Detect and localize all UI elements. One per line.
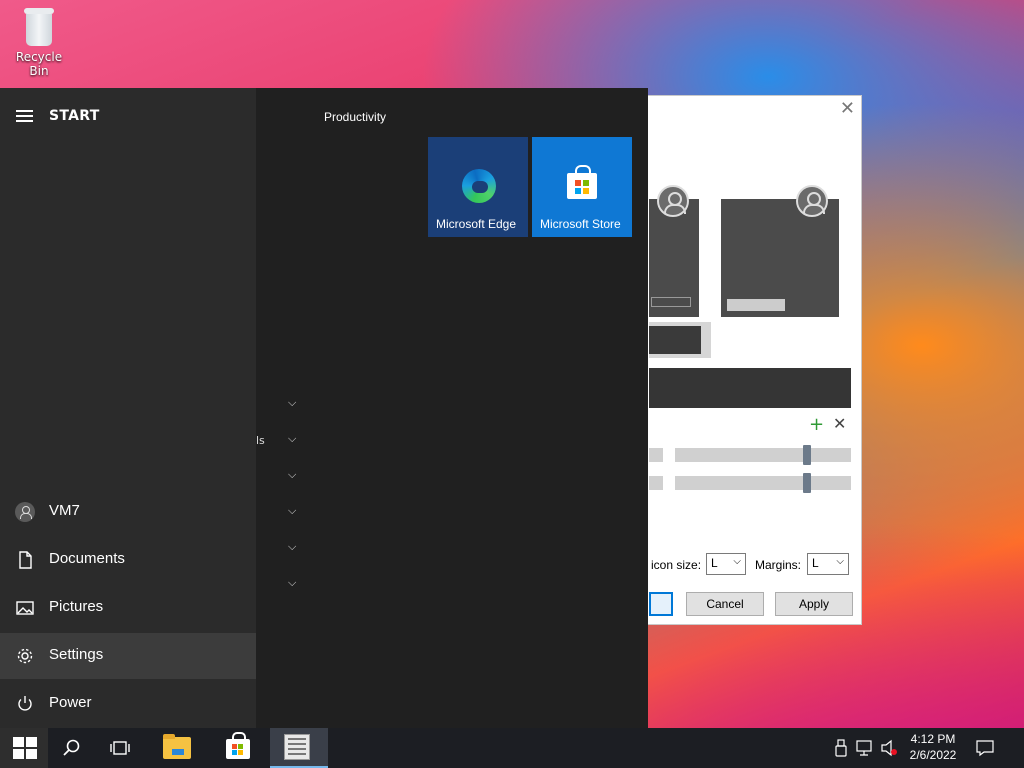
preview-input-field [651, 297, 691, 307]
chevron-down-icon[interactable]: ⌵ [288, 540, 296, 554]
start-title: START [49, 108, 100, 124]
hamburger-menu-icon[interactable] [16, 110, 33, 122]
desktop-icon-label: Recycle Bin [15, 50, 63, 78]
start-item-power[interactable]: Power [0, 681, 256, 727]
recycle-bin-icon [22, 6, 56, 46]
icon-size-label: icon size: [651, 558, 702, 572]
document-icon [19, 551, 32, 569]
store-icon [567, 165, 597, 199]
user-avatar-icon [15, 502, 35, 522]
slider-thumb-1[interactable] [803, 445, 811, 465]
power-icon [18, 696, 32, 711]
volume-muted-icon[interactable] [880, 739, 898, 757]
chevron-down-icon[interactable]: ⌵ [288, 576, 296, 590]
system-clock[interactable]: 4:12 PM 2/6/2022 [906, 731, 960, 763]
edge-icon [462, 169, 496, 203]
icon-size-value: L [711, 556, 718, 570]
user-avatar-icon [796, 185, 828, 217]
close-icon[interactable]: ✕ [840, 98, 855, 119]
chevron-down-icon[interactable]: ⌵ [288, 396, 296, 410]
task-view-button[interactable] [96, 728, 144, 768]
slider-track-1[interactable] [675, 448, 851, 462]
start-item-label: Documents [49, 550, 125, 567]
start-item-documents[interactable]: Documents [0, 537, 256, 583]
tile-label: Microsoft Store [540, 217, 621, 231]
folder-icon [163, 734, 191, 759]
desktop-icon-recycle-bin[interactable]: Recycle Bin [8, 6, 70, 78]
chevron-down-icon[interactable]: ⌵ [288, 504, 296, 518]
user-avatar-icon [657, 185, 689, 217]
gear-icon [17, 648, 33, 664]
slider-track-2a[interactable] [649, 476, 663, 490]
apply-button[interactable]: Apply [775, 592, 853, 616]
start-item-label: Settings [49, 646, 104, 663]
preview-thumbnail-1[interactable] [649, 185, 699, 317]
tile-label: Microsoft Edge [436, 217, 517, 231]
search-icon [63, 739, 80, 756]
preview-thumbnail-2[interactable] [721, 185, 839, 317]
task-view-icon [110, 741, 130, 755]
app-list-partial-label: ls [256, 434, 265, 447]
chevron-down-icon: ⌵ [836, 556, 844, 567]
active-app-button[interactable] [270, 728, 328, 768]
add-icon[interactable]: + [809, 414, 824, 435]
cancel-button[interactable]: Cancel [686, 592, 764, 616]
start-header: START [0, 102, 256, 130]
start-menu: START VM7 Documents Pictures Settings Po… [0, 88, 648, 728]
margins-select[interactable]: L ⌵ [807, 553, 849, 575]
remove-icon[interactable]: ✕ [833, 414, 846, 433]
color-swatch-bar[interactable] [649, 322, 711, 358]
chevron-down-icon[interactable]: ⌵ [288, 468, 296, 482]
slider-track-2[interactable] [675, 476, 851, 490]
start-button[interactable] [0, 728, 48, 768]
network-icon[interactable] [856, 739, 874, 757]
taskbar: 4:12 PM 2/6/2022 [0, 728, 1024, 768]
windows-logo-icon [13, 737, 37, 759]
store-taskbar-button[interactable] [212, 728, 264, 768]
preview-input-field [727, 299, 785, 311]
app-window-icon [284, 734, 310, 760]
clock-date: 2/6/2022 [909, 748, 957, 762]
ok-button[interactable] [649, 592, 673, 616]
icon-size-select[interactable]: L ⌵ [706, 553, 746, 575]
pictures-icon [16, 601, 34, 615]
start-item-label: Pictures [49, 598, 104, 615]
start-item-user[interactable]: VM7 [0, 489, 256, 535]
preview-dark-bar [649, 368, 851, 408]
tile-group-title: Productivity [324, 110, 387, 124]
margins-value: L [812, 556, 819, 570]
notification-icon[interactable] [976, 739, 994, 757]
search-button[interactable] [48, 728, 96, 768]
margins-label: Margins: [755, 558, 802, 572]
file-explorer-button[interactable] [150, 728, 202, 768]
start-item-label: VM7 [49, 502, 80, 519]
slider-track-1a[interactable] [649, 448, 663, 462]
store-bag-icon [226, 732, 250, 759]
chevron-down-icon[interactable]: ⌵ [288, 432, 296, 446]
chevron-down-icon: ⌵ [733, 556, 741, 567]
clock-time: 4:12 PM [910, 732, 956, 746]
tile-microsoft-store[interactable]: Microsoft Store [532, 137, 632, 237]
slider-thumb-2[interactable] [803, 473, 811, 493]
usb-device-icon[interactable] [834, 739, 848, 757]
start-item-settings[interactable]: Settings [0, 633, 256, 679]
start-item-pictures[interactable]: Pictures [0, 585, 256, 631]
start-menu-left-pane: START VM7 Documents Pictures Settings Po… [0, 88, 256, 728]
tile-microsoft-edge[interactable]: Microsoft Edge [428, 137, 528, 237]
start-item-label: Power [49, 694, 92, 711]
